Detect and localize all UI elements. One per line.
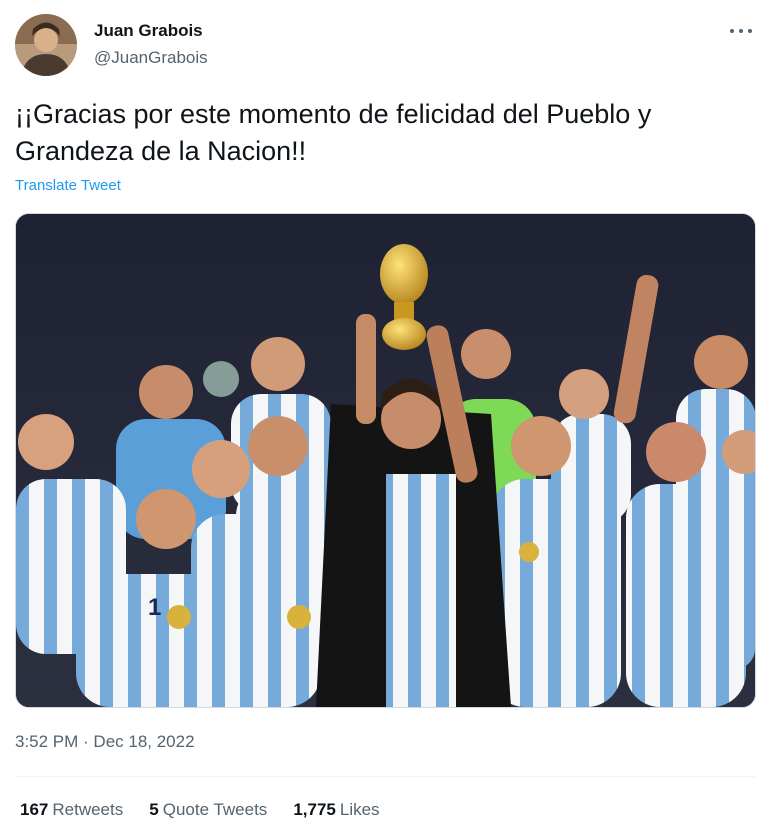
- display-name[interactable]: Juan Grabois: [94, 21, 203, 41]
- retweets-stat[interactable]: 167 Retweets: [20, 800, 123, 820]
- tweet-stats: 167 Retweets 5 Quote Tweets 1,775 Likes: [20, 800, 380, 820]
- more-options-icon[interactable]: [727, 20, 755, 40]
- translate-tweet-link[interactable]: Translate Tweet: [15, 177, 121, 194]
- retweets-count: 167: [20, 800, 49, 819]
- user-handle[interactable]: @JuanGrabois: [94, 48, 208, 68]
- tweet-header: Juan Grabois @JuanGrabois: [15, 14, 755, 78]
- divider: [15, 776, 755, 777]
- likes-count: 1,775: [293, 800, 336, 819]
- tweet-text: ¡¡Gracias por este momento de felicidad …: [15, 99, 652, 166]
- quote-tweets-count: 5: [149, 800, 159, 819]
- quote-tweets-stat[interactable]: 5 Quote Tweets: [149, 800, 267, 820]
- likes-label: Likes: [339, 800, 380, 819]
- retweets-label: Retweets: [52, 800, 124, 819]
- avatar[interactable]: [15, 14, 77, 76]
- jersey-number: 1: [148, 594, 161, 621]
- tweet-timestamp[interactable]: 3:52 PM · Dec 18, 2022: [15, 732, 195, 752]
- likes-stat[interactable]: 1,775 Likes: [293, 800, 379, 820]
- quote-tweets-label: Quote Tweets: [162, 800, 268, 819]
- tweet-photo[interactable]: 1: [15, 213, 756, 708]
